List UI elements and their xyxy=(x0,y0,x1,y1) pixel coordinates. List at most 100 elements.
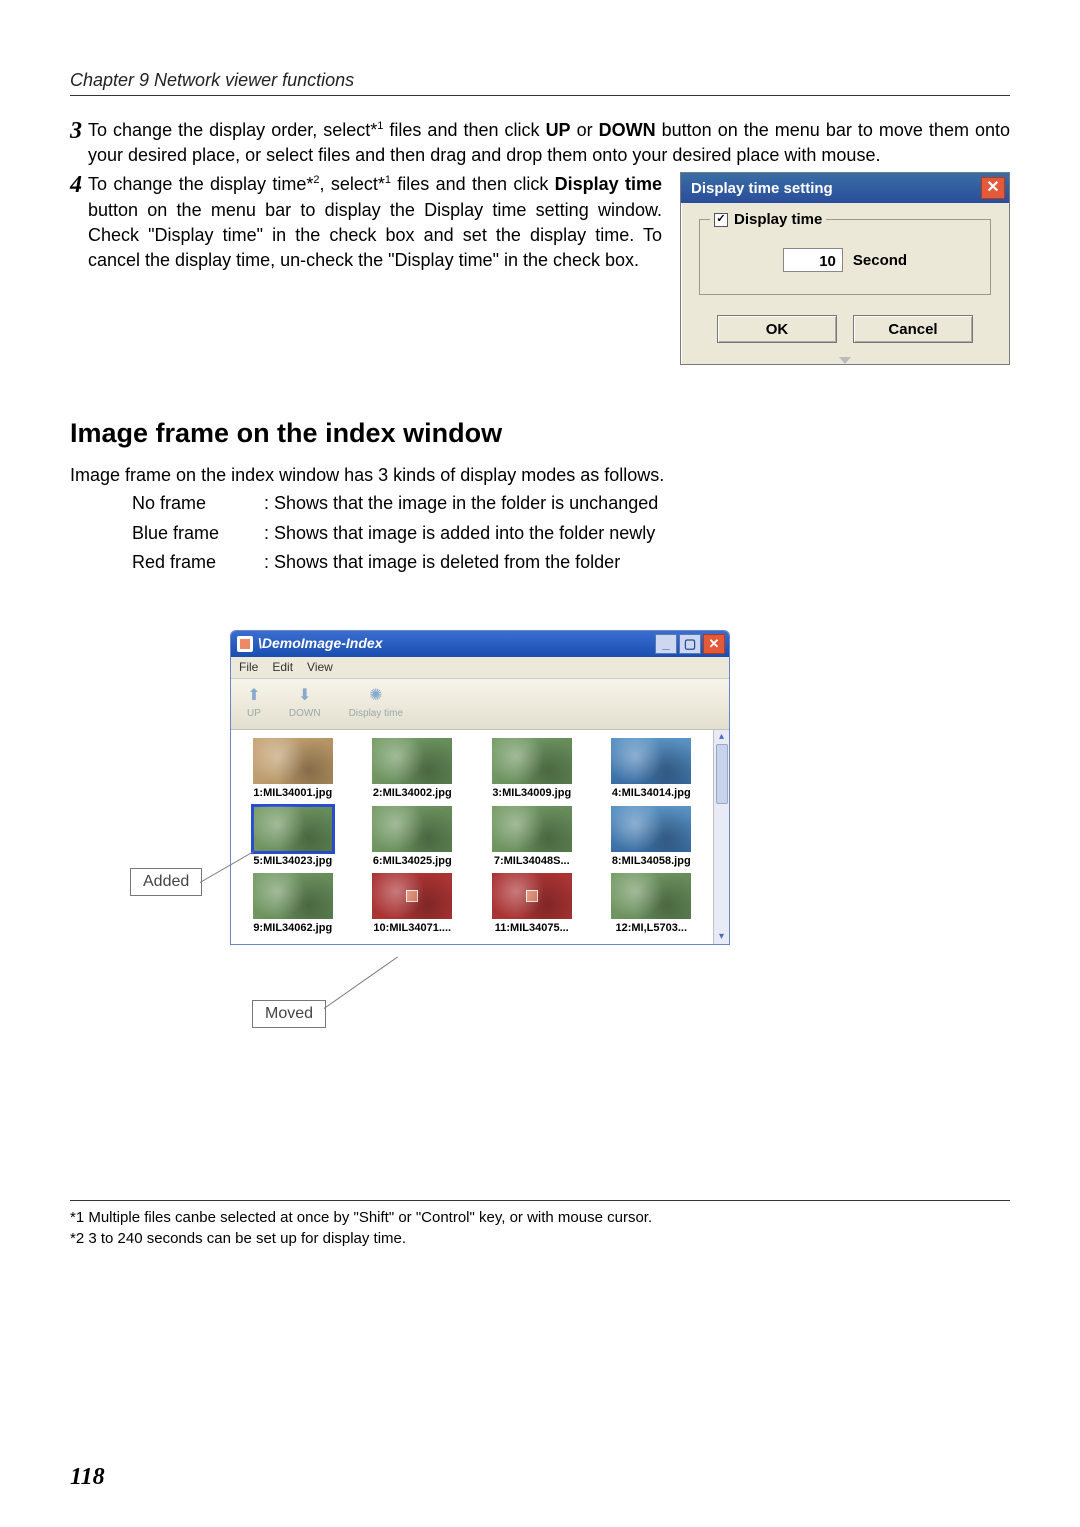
footnote-2: *2 3 to 240 seconds can be set up for di… xyxy=(70,1228,1010,1249)
maximize-icon: ▢ xyxy=(684,635,696,653)
section-intro: Image frame on the index window has 3 ki… xyxy=(70,463,1010,488)
window-title: \DemoImage-Index xyxy=(258,634,382,654)
scroll-thumb[interactable] xyxy=(716,744,728,804)
toolbar-label: UP xyxy=(247,707,261,721)
close-button[interactable]: ✕ xyxy=(981,177,1005,199)
text: To change the display order, select* xyxy=(88,120,377,140)
thumbnail-label: 1:MIL34001.jpg xyxy=(253,786,332,801)
frame-mode-label: No frame xyxy=(132,490,262,517)
thumbnail-label: 2:MIL34002.jpg xyxy=(373,786,452,801)
scroll-up-arrow-icon[interactable]: ▴ xyxy=(715,730,729,744)
app-icon xyxy=(237,636,253,652)
page-number: 118 xyxy=(70,1464,105,1491)
frame-mode-desc: : Shows that the image in the folder is … xyxy=(264,490,658,517)
text: files and then click xyxy=(383,120,545,140)
maximize-button[interactable]: ▢ xyxy=(679,634,701,654)
section-title: Image frame on the index window xyxy=(70,415,1010,453)
thumbnail[interactable] xyxy=(372,806,452,852)
text: or xyxy=(571,120,599,140)
down-arrow-icon: ⬇ xyxy=(298,685,311,707)
toolbar-down-button[interactable]: ⬇DOWN xyxy=(289,685,321,721)
ok-button[interactable]: OK xyxy=(717,315,837,343)
menubar: File Edit View xyxy=(231,657,729,679)
toolbar: ⬆UP ⬇DOWN ✺Display time xyxy=(231,679,729,730)
display-time-dialog: Display time setting ✕ ✓ Display time 10… xyxy=(680,172,1010,365)
thumbnail-label: 10:MIL34071.... xyxy=(373,921,451,936)
text: files and then click xyxy=(391,174,555,194)
thumbnail-deleted[interactable] xyxy=(372,873,452,919)
thumbnail[interactable] xyxy=(492,738,572,784)
thumbnail[interactable] xyxy=(253,873,333,919)
thumbnail[interactable] xyxy=(611,873,691,919)
thumbnail-label: 11:MIL34075... xyxy=(495,921,569,936)
unit-label: Second xyxy=(853,250,907,271)
display-time-input[interactable]: 10 xyxy=(783,248,843,272)
footnote-1: *1 Multiple files canbe selected at once… xyxy=(70,1207,1010,1228)
bold-up: UP xyxy=(546,120,571,140)
bold-display-time: Display time xyxy=(555,174,662,194)
thumbnail-label: 4:MIL34014.jpg xyxy=(612,786,691,801)
menu-edit[interactable]: Edit xyxy=(272,659,293,676)
step-number: 3 xyxy=(70,118,88,168)
frame-mode-table: No frame: Shows that the image in the fo… xyxy=(130,488,660,578)
vertical-scrollbar[interactable]: ▴ ▾ xyxy=(713,730,729,944)
close-icon: ✕ xyxy=(709,635,720,653)
callout-moved: Moved xyxy=(252,1000,326,1028)
chapter-header: Chapter 9 Network viewer functions xyxy=(70,70,1010,96)
menu-file[interactable]: File xyxy=(239,659,258,676)
thumbnail-label: 6:MIL34025.jpg xyxy=(373,854,452,869)
bold-down: DOWN xyxy=(599,120,656,140)
minimize-button[interactable]: _ xyxy=(655,634,677,654)
display-time-checkbox[interactable]: ✓ xyxy=(714,213,728,227)
frame-mode-label: Blue frame xyxy=(132,520,262,547)
scroll-down-arrow-icon[interactable]: ▾ xyxy=(715,930,729,944)
thumbnail[interactable] xyxy=(253,738,333,784)
step-3: 3 To change the display order, select*1 … xyxy=(70,118,1010,168)
thumbnail[interactable] xyxy=(492,806,572,852)
thumbnail[interactable] xyxy=(611,806,691,852)
callout-added: Added xyxy=(130,868,202,896)
window-titlebar: \DemoImage-Index _ ▢ ✕ xyxy=(231,631,729,657)
menu-view[interactable]: View xyxy=(307,659,333,676)
close-icon: ✕ xyxy=(986,177,999,199)
minimize-icon: _ xyxy=(662,635,669,653)
thumbnail-label: 8:MIL34058.jpg xyxy=(612,854,691,869)
step-4: 4 To change the display time*2, select*1… xyxy=(70,172,662,273)
pointer-nib xyxy=(839,357,851,364)
dialog-title: Display time setting xyxy=(691,178,833,199)
frame-mode-desc: : Shows that image is deleted from the f… xyxy=(264,549,658,576)
text: , select* xyxy=(320,174,385,194)
thumbnail-label: 9:MIL34062.jpg xyxy=(253,921,332,936)
toolbar-up-button[interactable]: ⬆UP xyxy=(247,685,261,721)
clock-icon: ✺ xyxy=(369,685,382,707)
close-button[interactable]: ✕ xyxy=(703,634,725,654)
fieldset-legend: Display time xyxy=(734,209,822,230)
thumbnail-label: 5:MIL34023.jpg xyxy=(253,854,332,869)
toolbar-label: DOWN xyxy=(289,707,321,721)
broken-image-icon xyxy=(406,890,418,902)
thumbnail-added[interactable] xyxy=(253,806,333,852)
broken-image-icon xyxy=(526,890,538,902)
thumbnail[interactable] xyxy=(372,738,452,784)
frame-mode-desc: : Shows that image is added into the fol… xyxy=(264,520,658,547)
up-arrow-icon: ⬆ xyxy=(247,685,260,707)
step-text: To change the display time*2, select*1 f… xyxy=(88,172,662,273)
step-text: To change the display order, select*1 fi… xyxy=(88,118,1010,168)
footnotes-rule xyxy=(70,1200,1010,1201)
thumbnail-label: 3:MIL34009.jpg xyxy=(492,786,571,801)
callout-line xyxy=(324,956,398,1008)
frame-mode-label: Red frame xyxy=(132,549,262,576)
text: To change the display time* xyxy=(88,174,313,194)
demo-index-window: \DemoImage-Index _ ▢ ✕ File Edit View ⬆U… xyxy=(230,630,730,945)
thumbnail-deleted[interactable] xyxy=(492,873,572,919)
thumbnail-label: 12:MI,L5703... xyxy=(615,921,687,936)
thumbnail[interactable] xyxy=(611,738,691,784)
toolbar-display-time-button[interactable]: ✺Display time xyxy=(349,685,403,721)
scroll-track[interactable] xyxy=(715,744,729,930)
text: button on the menu bar to display the Di… xyxy=(88,200,662,270)
thumbnail-grid: 1:MIL34001.jpg 2:MIL34002.jpg 3:MIL34009… xyxy=(231,730,713,944)
footnotes: *1 Multiple files canbe selected at once… xyxy=(70,1207,1010,1249)
dialog-titlebar: Display time setting ✕ xyxy=(681,173,1009,203)
step-number: 4 xyxy=(70,172,88,273)
cancel-button[interactable]: Cancel xyxy=(853,315,973,343)
